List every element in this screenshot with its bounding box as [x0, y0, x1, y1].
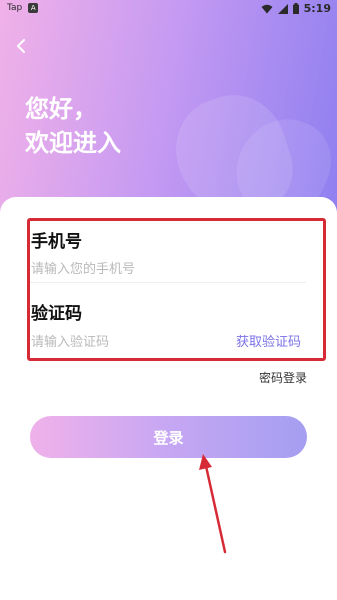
- wifi-icon: [261, 4, 273, 13]
- notification-app-icon: A: [28, 3, 39, 13]
- status-app-name: Tap: [7, 3, 23, 13]
- greeting-heading: 您好， 欢迎进入: [25, 92, 121, 160]
- signal-icon: [277, 3, 288, 14]
- greeting-line-1: 您好，: [25, 95, 97, 123]
- status-bar: Tap A 5:19: [0, 0, 337, 18]
- battery-icon: [292, 3, 299, 14]
- greeting-line-2: 欢迎进入: [25, 129, 121, 157]
- back-icon[interactable]: [12, 37, 30, 55]
- login-button[interactable]: 登录: [30, 416, 307, 458]
- highlight-box: [27, 218, 326, 361]
- status-time: 5:19: [303, 2, 331, 15]
- password-login-link[interactable]: 密码登录: [259, 369, 307, 386]
